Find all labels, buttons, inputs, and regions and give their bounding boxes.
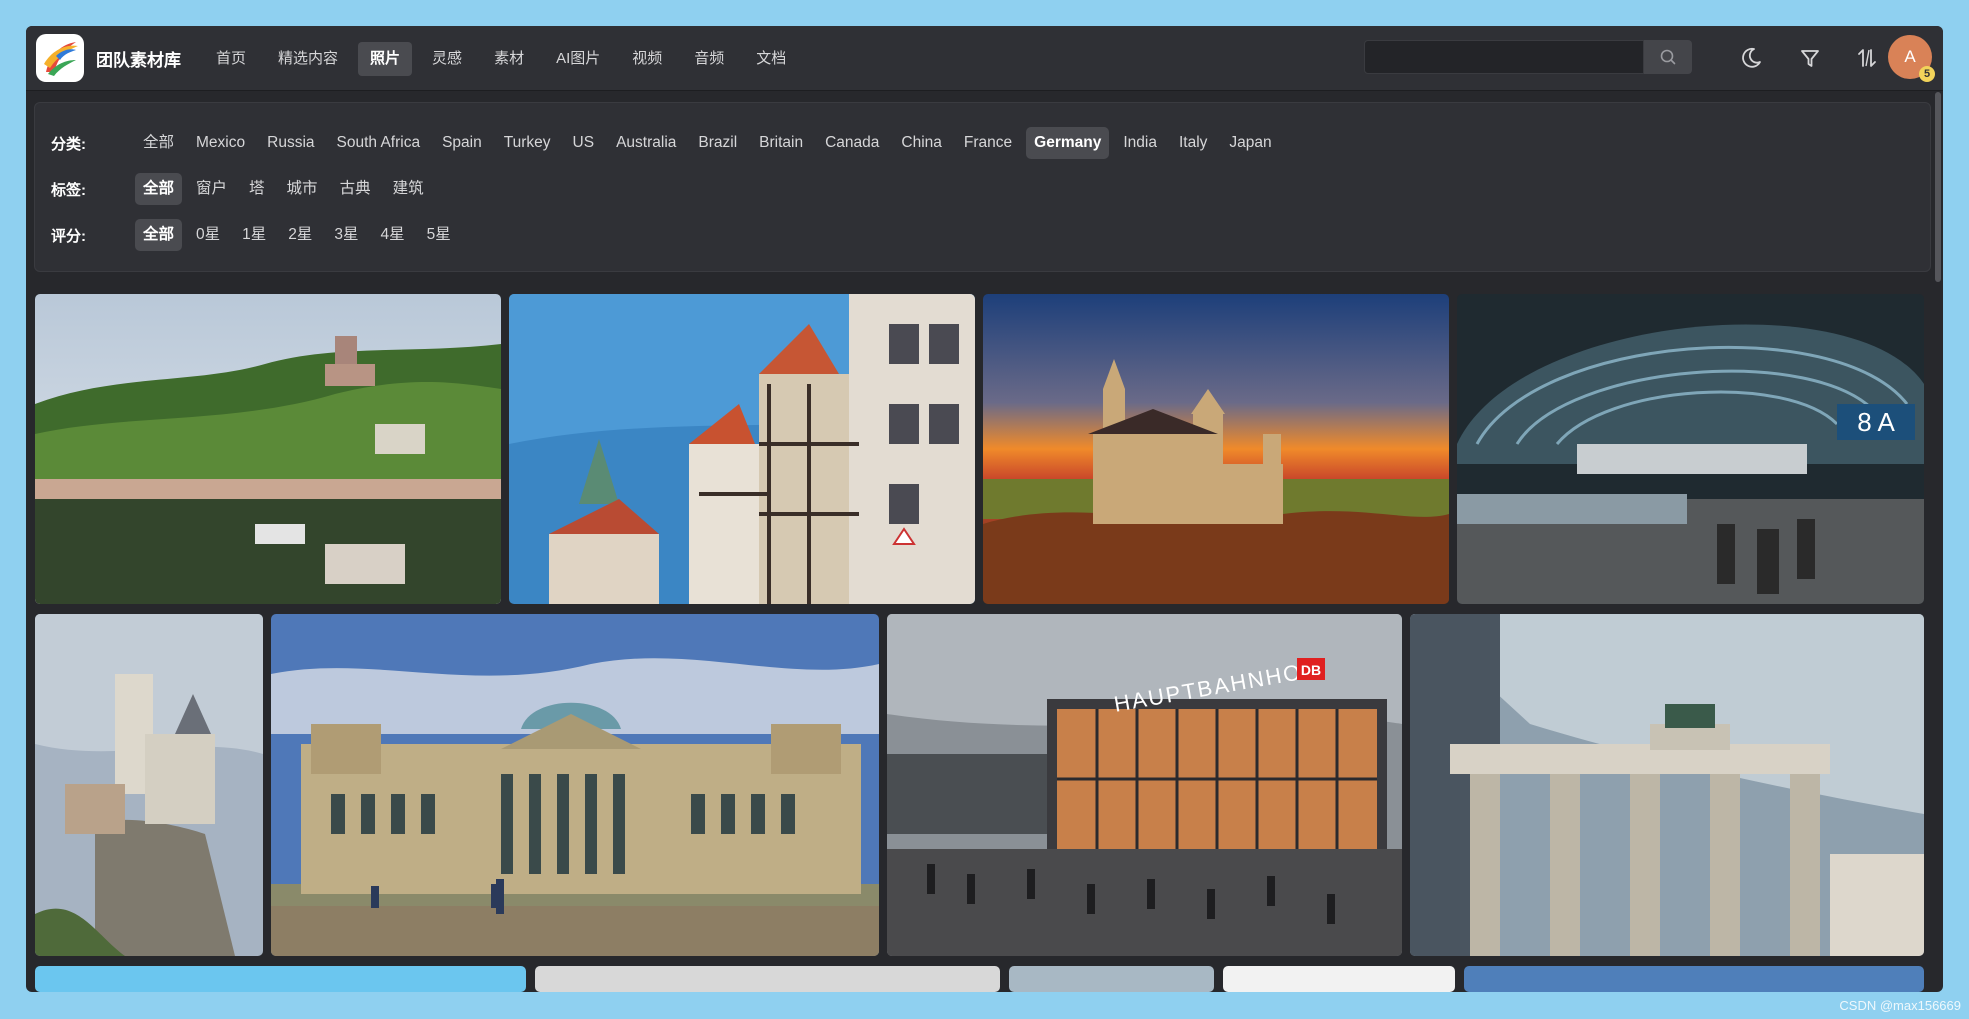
filter-icon xyxy=(1801,50,1819,67)
app-window: 团队素材库 首页 精选内容 照片 灵感 素材 AI图片 视频 音频 文档 A 5… xyxy=(26,26,1943,992)
photo-card[interactable] xyxy=(35,614,263,956)
search-button[interactable] xyxy=(1644,40,1692,74)
category-chip-south-africa[interactable]: South Africa xyxy=(329,127,429,159)
photo-card[interactable] xyxy=(1464,966,1924,992)
brand-name: 团队素材库 xyxy=(96,51,181,70)
tag-filter-row: 标签: 全部 窗户 塔 城市 古典 建筑 xyxy=(51,173,438,205)
photo-lichtenstein-castle xyxy=(35,614,263,956)
photo-frankfurt-station: 8 A xyxy=(1457,294,1924,604)
category-chip-italy[interactable]: Italy xyxy=(1171,127,1215,159)
main-nav: 首页 精选内容 照片 灵感 素材 AI图片 视频 音频 文档 xyxy=(204,42,806,76)
top-header: 团队素材库 首页 精选内容 照片 灵感 素材 AI图片 视频 音频 文档 A 5 xyxy=(26,26,1943,91)
photo-brandenburg-gate xyxy=(1410,614,1924,956)
nav-assets[interactable]: 素材 xyxy=(482,42,536,76)
nav-documents[interactable]: 文档 xyxy=(744,42,798,76)
category-chip-australia[interactable]: Australia xyxy=(608,127,684,159)
rating-label: 评分: xyxy=(51,227,86,245)
photo-card[interactable] xyxy=(271,614,879,956)
nav-photos[interactable]: 照片 xyxy=(358,42,413,76)
rating-chip-2[interactable]: 2星 xyxy=(280,219,320,251)
category-chip-russia[interactable]: Russia xyxy=(259,127,322,159)
sort-icon xyxy=(1858,49,1876,67)
photo-card[interactable]: 8 A xyxy=(1457,294,1924,604)
photo-card[interactable] xyxy=(35,294,501,604)
nav-home[interactable]: 首页 xyxy=(204,42,258,76)
photo-card[interactable] xyxy=(1009,966,1214,992)
nav-featured[interactable]: 精选内容 xyxy=(266,42,350,76)
category-chip-mexico[interactable]: Mexico xyxy=(188,127,253,159)
search-icon xyxy=(1660,49,1676,65)
category-chip-britain[interactable]: Britain xyxy=(751,127,811,159)
rating-chip-all[interactable]: 全部 xyxy=(135,219,183,251)
tag-label: 标签: xyxy=(51,181,86,199)
moon-icon xyxy=(1742,47,1761,68)
category-chip-all[interactable]: 全部 xyxy=(135,127,182,159)
rating-chip-5[interactable]: 5星 xyxy=(419,219,459,251)
tag-chip-architecture[interactable]: 建筑 xyxy=(385,173,432,205)
nav-ai-images[interactable]: AI图片 xyxy=(544,42,612,76)
tag-chip-city[interactable]: 城市 xyxy=(279,173,326,205)
scrollbar[interactable] xyxy=(1935,92,1941,282)
photo-cochem-castle-river xyxy=(35,294,501,604)
filter-button[interactable] xyxy=(1796,44,1824,72)
rating-filter-row: 评分: 全部 0星 1星 2星 3星 4星 5星 xyxy=(51,219,465,251)
photo-reichstag xyxy=(271,614,879,956)
category-chip-japan[interactable]: Japan xyxy=(1221,127,1279,159)
watermark: CSDN @max156669 xyxy=(1839,998,1961,1013)
category-chip-france[interactable]: France xyxy=(956,127,1020,159)
photo-card[interactable] xyxy=(509,294,975,604)
platform-sign: 8 A xyxy=(1857,407,1895,437)
photo-card[interactable] xyxy=(983,294,1449,604)
nav-inspiration[interactable]: 灵感 xyxy=(420,42,474,76)
category-chip-germany[interactable]: Germany xyxy=(1026,127,1110,159)
theme-toggle-button[interactable] xyxy=(1737,44,1765,72)
category-label: 分类: xyxy=(51,135,86,153)
search-input[interactable] xyxy=(1364,40,1644,74)
category-chip-canada[interactable]: Canada xyxy=(817,127,887,159)
photo-card[interactable] xyxy=(1223,966,1455,992)
filter-panel: 分类: 全部 Mexico Russia South Africa Spain … xyxy=(34,102,1931,272)
category-chip-us[interactable]: US xyxy=(565,127,603,159)
category-filter-row: 分类: 全部 Mexico Russia South Africa Spain … xyxy=(51,127,1286,159)
category-chip-china[interactable]: China xyxy=(893,127,950,159)
rating-chip-0[interactable]: 0星 xyxy=(188,219,228,251)
rating-chip-3[interactable]: 3星 xyxy=(326,219,366,251)
tag-chip-window[interactable]: 窗户 xyxy=(188,173,235,205)
category-chip-spain[interactable]: Spain xyxy=(434,127,490,159)
nav-audio[interactable]: 音频 xyxy=(682,42,736,76)
photo-card[interactable] xyxy=(535,966,1000,992)
photo-koln-hauptbahnhof: HAUPTBAHNHOF DB xyxy=(887,614,1402,956)
sort-button[interactable] xyxy=(1853,44,1881,72)
photo-card[interactable] xyxy=(1410,614,1924,956)
tag-chip-classic[interactable]: 古典 xyxy=(332,173,379,205)
photo-neuschwanstein-sunset xyxy=(983,294,1449,604)
photo-card[interactable] xyxy=(35,966,526,992)
nav-videos[interactable]: 视频 xyxy=(620,42,674,76)
photo-half-timbered-houses xyxy=(509,294,975,604)
level-badge: 5 xyxy=(1919,66,1935,82)
photo-card[interactable]: HAUPTBAHNHOF DB xyxy=(887,614,1402,956)
category-chip-turkey[interactable]: Turkey xyxy=(496,127,559,159)
rating-chip-4[interactable]: 4星 xyxy=(373,219,413,251)
category-chip-india[interactable]: India xyxy=(1115,127,1165,159)
tag-chip-all[interactable]: 全部 xyxy=(135,173,183,205)
tag-chip-tower[interactable]: 塔 xyxy=(241,173,273,205)
rating-chip-1[interactable]: 1星 xyxy=(234,219,274,251)
db-logo: DB xyxy=(1301,662,1321,678)
app-logo[interactable] xyxy=(36,34,84,82)
category-chip-brazil[interactable]: Brazil xyxy=(690,127,745,159)
